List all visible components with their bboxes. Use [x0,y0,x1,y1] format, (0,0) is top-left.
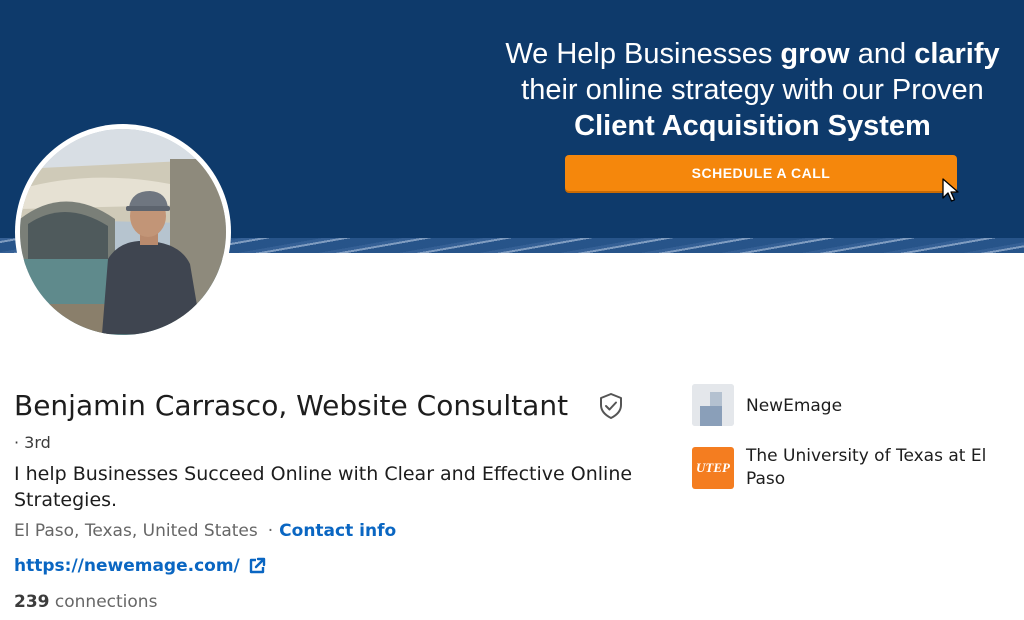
location-line: El Paso, Texas, United States · Contact in… [14,521,396,541]
avatar[interactable] [15,124,231,340]
utep-logo: UTEP [692,447,734,489]
connections-label: connections [54,592,158,612]
location-text: El Paso, Texas, United States [14,521,258,541]
profile-name: Benjamin Carrasco, Website Consultant [14,389,569,422]
website-url[interactable]: https://newemage.com/ [14,556,240,576]
banner-headline: We Help Businesses grow and clarify thei… [505,38,1000,142]
external-link-icon[interactable] [248,557,266,575]
org-item-newemage[interactable]: NewEmage [692,384,1006,426]
org-item-utep[interactable]: UTEP The University of Texas at El Paso [692,446,1006,491]
connections-count[interactable]: 239 connections [14,592,157,612]
connection-degree: · 3rd [14,433,51,452]
connections-number: 239 [14,592,50,612]
profile-headline: I help Businesses Succeed Online with Cl… [14,463,633,511]
contact-info-link[interactable]: Contact info [279,521,396,541]
schedule-call-button[interactable]: SCHEDULE A CALL [565,155,957,191]
avatar-photo [20,129,226,335]
cursor-icon [942,178,959,202]
newemage-logo [692,384,734,426]
separator-dot: · [267,521,274,541]
org-name: NewEmage [746,396,843,416]
website-link[interactable]: https://newemage.com/ [14,556,266,576]
org-name: The University of Texas at El Paso [746,446,987,489]
shield-check-icon[interactable] [598,392,624,420]
